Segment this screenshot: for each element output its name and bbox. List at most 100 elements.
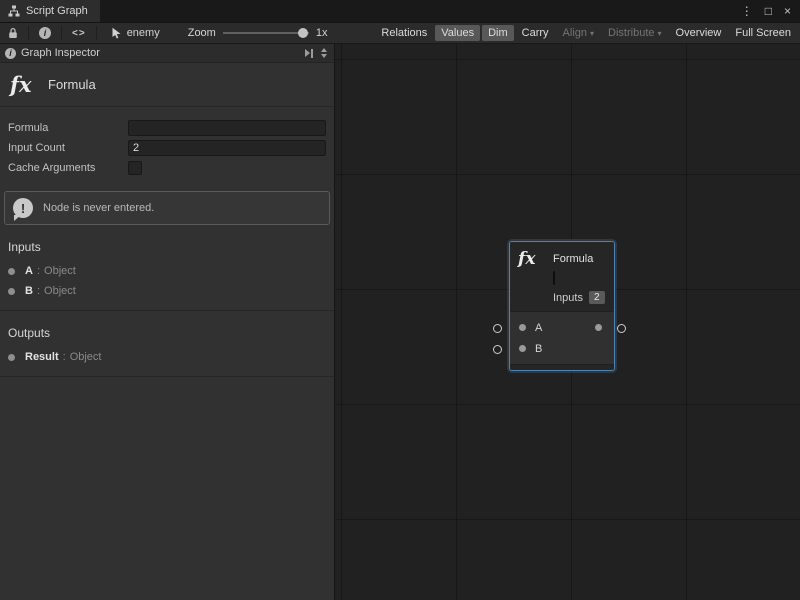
formula-fx-icon: fx (518, 249, 553, 269)
lock-icon (8, 27, 18, 39)
warning-icon: ! (13, 198, 33, 218)
graph-toolbar: i <> enemy Zoom 1x Relations (0, 22, 800, 44)
node-input-port-b[interactable]: B (510, 338, 614, 359)
info-icon: i (5, 48, 16, 59)
arrow-bar-icon (311, 49, 313, 58)
input-count-field-row: Input Count (8, 138, 326, 158)
window-tab-bar: Script Graph ⋮ □ × (0, 0, 800, 22)
port-dot-icon (8, 268, 15, 275)
graph-owner-breadcrumb[interactable]: enemy (111, 27, 160, 39)
overview-button[interactable]: Overview (670, 25, 728, 41)
output-port-row-result: Result : Object (0, 347, 334, 367)
cache-arguments-field-row: Cache Arguments (8, 158, 326, 178)
inspector-title: Graph Inspector (21, 47, 100, 59)
port-dot-icon[interactable] (519, 324, 526, 331)
window-menu-icon[interactable]: ⋮ (741, 5, 753, 17)
graph-canvas[interactable]: fx Formula Inputs 2 A B (335, 44, 800, 600)
input-port-row-b: B : Object (0, 281, 334, 301)
separator (28, 26, 29, 40)
carry-label: Carry (522, 27, 549, 39)
dock-panel-button[interactable] (305, 49, 313, 58)
zoom-slider-knob[interactable] (298, 28, 308, 38)
tab-script-graph[interactable]: Script Graph (0, 0, 100, 22)
cursor-icon (111, 27, 122, 39)
toolbar-buttons: Relations Values Dim Carry Align ▾ Distr… (374, 23, 800, 43)
port-type: Object (44, 285, 76, 297)
panel-stepper[interactable] (321, 48, 327, 58)
edit-source-button[interactable]: <> (64, 23, 94, 43)
node-title: Formula (553, 253, 593, 265)
node-title-row: fx Formula (518, 249, 606, 269)
maximize-icon[interactable]: □ (765, 5, 772, 17)
values-label: Values (441, 27, 474, 39)
zoom-label: Zoom (188, 27, 216, 39)
info-icon: i (39, 27, 51, 39)
formula-field-label: Formula (8, 122, 128, 134)
cache-arguments-label: Cache Arguments (8, 162, 128, 174)
inspect-toggle-button[interactable]: i (31, 23, 59, 43)
arrow-down-icon (321, 54, 327, 58)
external-port-circle[interactable] (617, 324, 626, 333)
arrow-up-icon (321, 48, 327, 52)
divider (0, 376, 334, 377)
carry-button[interactable]: Carry (516, 25, 555, 41)
formula-fx-icon: fx (10, 72, 48, 97)
tab-label: Script Graph (26, 5, 88, 17)
external-port-circle[interactable] (493, 345, 502, 354)
port-name: Result (25, 351, 59, 363)
input-count-input[interactable] (128, 140, 326, 156)
fullscreen-label: Full Screen (735, 27, 791, 39)
outputs-section-header: Outputs (0, 311, 334, 347)
node-inputs-label: Inputs (553, 292, 583, 304)
unit-settings: Formula Input Count Cache Arguments (0, 107, 334, 178)
graph-inspector-panel: i Graph Inspector fx Formula Formula Inp… (0, 44, 335, 600)
node-output-port-dot[interactable] (595, 324, 602, 331)
distribute-label: Distribute (608, 27, 654, 39)
formula-node[interactable]: fx Formula Inputs 2 A B (510, 242, 614, 370)
dim-label: Dim (488, 27, 508, 39)
port-separator: : (37, 285, 40, 297)
node-check-row (553, 272, 606, 284)
lock-button[interactable] (0, 23, 26, 43)
port-separator: : (63, 351, 66, 363)
external-port-circle[interactable] (493, 324, 502, 333)
port-name: A (25, 265, 33, 277)
port-name: B (25, 285, 33, 297)
node-checkbox[interactable] (553, 271, 555, 285)
overview-label: Overview (676, 27, 722, 39)
node-inputs-value[interactable]: 2 (589, 291, 605, 304)
port-separator: : (37, 265, 40, 277)
relations-button[interactable]: Relations (375, 25, 433, 41)
graph-owner-label: enemy (127, 27, 160, 39)
separator (61, 26, 62, 40)
code-icon: <> (72, 28, 86, 39)
warning-text: Node is never entered. (43, 202, 154, 214)
values-button[interactable]: Values (435, 25, 480, 41)
script-graph-window: Script Graph ⋮ □ × i <> (0, 0, 800, 600)
port-dot-icon[interactable] (519, 345, 526, 352)
align-label: Align (563, 27, 587, 39)
separator (96, 26, 97, 40)
formula-input[interactable] (128, 120, 326, 136)
window-controls: ⋮ □ × (741, 0, 800, 22)
distribute-dropdown[interactable]: Distribute ▾ (602, 25, 667, 41)
inspector-header: i Graph Inspector (0, 44, 334, 63)
dim-button[interactable]: Dim (482, 25, 514, 41)
chevron-down-icon: ▾ (590, 29, 594, 38)
formula-field-row: Formula (8, 118, 326, 138)
unit-title: Formula (48, 77, 96, 92)
node-footer (510, 364, 614, 370)
port-type: Object (70, 351, 102, 363)
fullscreen-button[interactable]: Full Screen (729, 25, 797, 41)
close-icon[interactable]: × (784, 5, 791, 17)
warning-banner: ! Node is never entered. (4, 191, 330, 225)
node-port-label: A (535, 322, 542, 334)
script-graph-icon (8, 5, 20, 17)
cache-arguments-checkbox[interactable] (128, 161, 142, 175)
input-port-row-a: A : Object (0, 261, 334, 281)
align-dropdown[interactable]: Align ▾ (557, 25, 600, 41)
relations-label: Relations (381, 27, 427, 39)
formula-node-ports: A B (510, 311, 614, 364)
zoom-slider[interactable] (223, 32, 309, 34)
arrow-right-icon (305, 49, 310, 57)
